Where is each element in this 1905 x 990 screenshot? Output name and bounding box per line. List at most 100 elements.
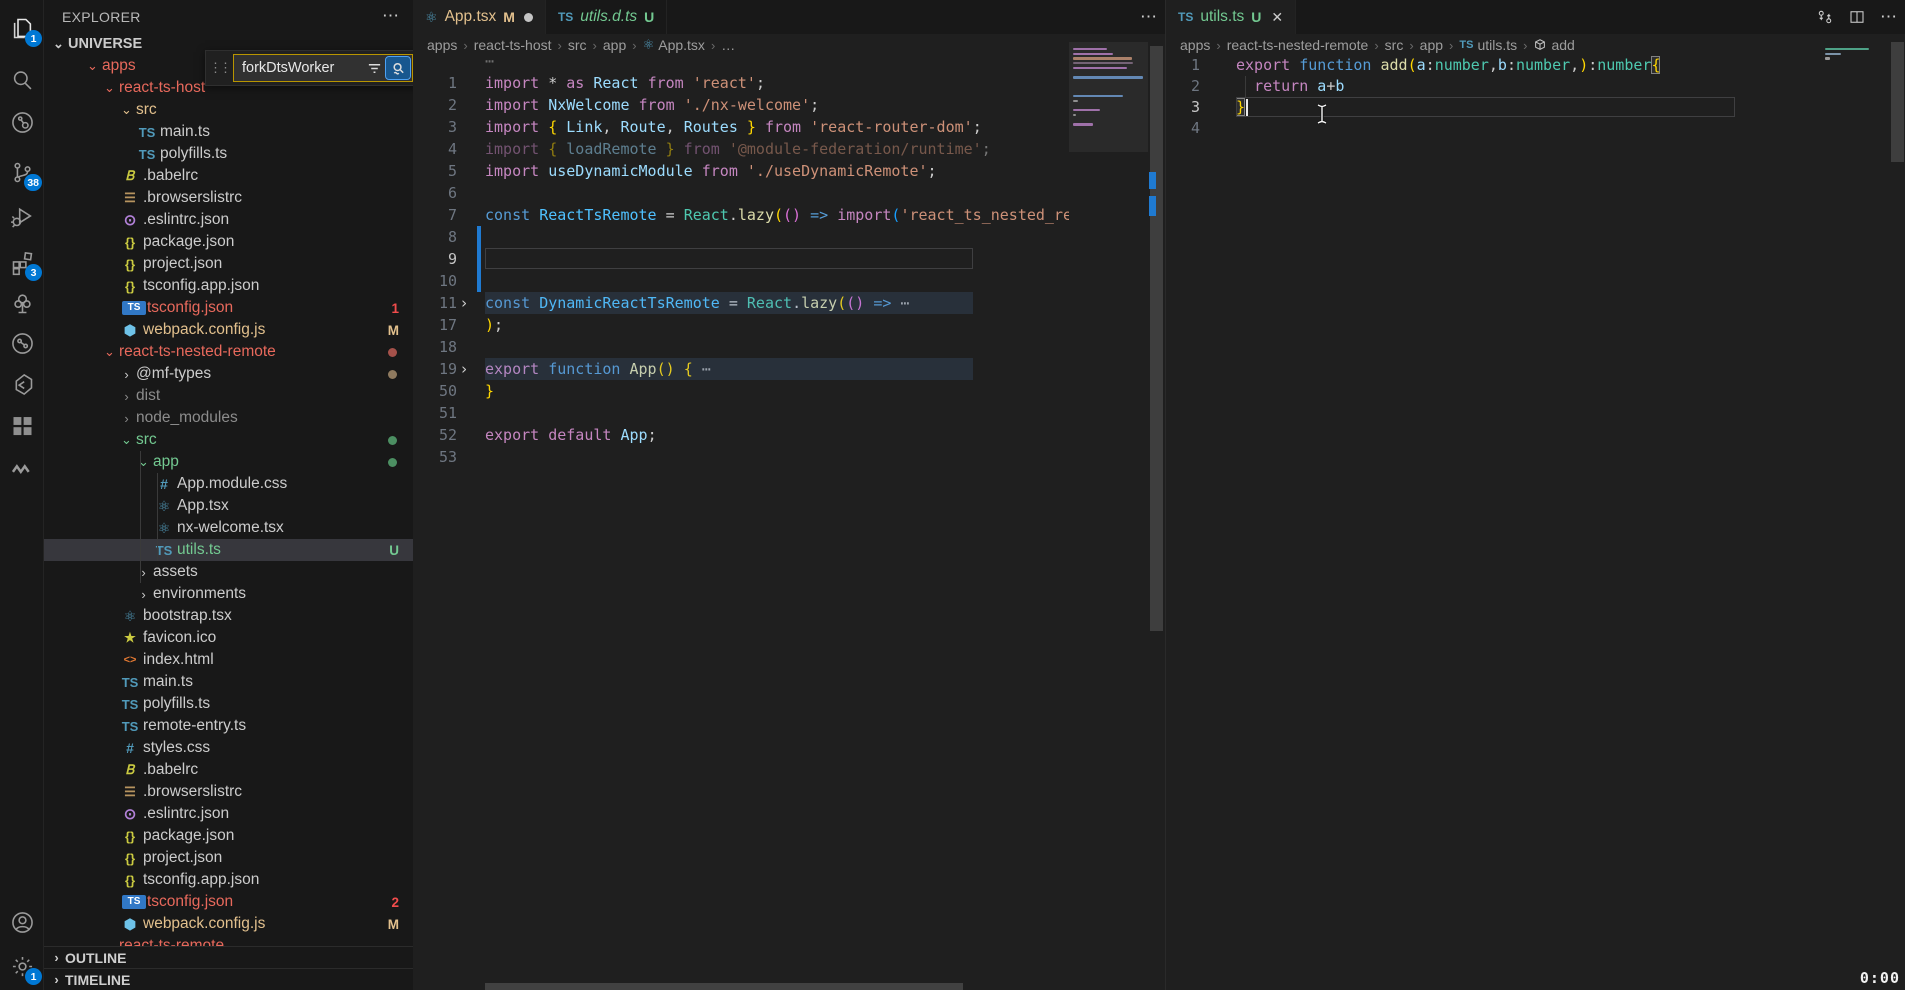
code-line-11[interactable]: 11›const DynamicReactTsRemote = React.la… [413,292,1069,314]
horizontal-scrollbar[interactable] [413,983,1069,990]
tree-file-package.json[interactable]: {}package.json [44,231,413,253]
breadcrumb-item-utils.ts[interactable]: TSutils.ts [1459,37,1517,53]
source-control-icon[interactable]: 38 [0,150,44,194]
tree-folder-node-modules[interactable]: ›node_modules [44,407,413,429]
drag-grip-icon[interactable]: ⋮⋮ [206,60,233,76]
tree-folder-@mf-types[interactable]: ›@mf-types [44,363,413,385]
tab-App.tsx[interactable]: ⚛App.tsxM [413,0,546,34]
vertical-scrollbar[interactable] [1889,34,1905,990]
code-editor[interactable]: ⋯1import * as React from 'react';2import… [413,50,1069,468]
run-debug-icon[interactable] [0,194,44,238]
code-line-4[interactable]: 4 [1166,118,1820,139]
hexagon-tool-icon[interactable] [0,362,44,406]
compare-changes-icon[interactable] [1816,8,1834,26]
tree-file-utils.ts[interactable]: TSutils.tsU [44,539,413,561]
tree-file-.browserslistrc[interactable]: ☰.browserslistrc [44,187,413,209]
tree-file-favicon.ico[interactable]: ★favicon.ico [44,627,413,649]
code-line-6[interactable]: 6 [413,182,1069,204]
tree-file-polyfills.ts[interactable]: TSpolyfills.ts [44,693,413,715]
tree-file-package.json[interactable]: {}package.json [44,825,413,847]
tree-file-.eslintrc.json[interactable]: ⊙.eslintrc.json [44,803,413,825]
fold-chevron-icon[interactable]: › [457,358,471,380]
tree-file-.browserslistrc[interactable]: ☰.browserslistrc [44,781,413,803]
minimap[interactable] [1069,34,1148,990]
code-line-51[interactable]: 51 [413,402,1069,424]
tab-utils.ts[interactable]: TSutils.tsU✕ [1166,0,1296,34]
breadcrumb-item-react-ts-nested-remote[interactable]: react-ts-nested-remote [1227,37,1369,53]
fold-chevron-icon[interactable]: › [457,292,471,314]
breadcrumb-item-src[interactable]: src [1385,37,1404,53]
tab-utils.d.ts[interactable]: TSutils.d.tsU [546,0,667,34]
panel-header-outline[interactable]: ›OUTLINE [44,946,413,968]
more-actions-icon[interactable]: ⋯ [1140,7,1157,27]
code-line-4[interactable]: 4import { loadRemote } from '@module-fed… [413,138,1069,160]
panel-header-timeline[interactable]: ›TIMELINE [44,968,413,990]
code-line-1[interactable]: 1import * as React from 'react'; [413,72,1069,94]
minimap-slider[interactable] [1069,42,1148,152]
tree-file-App.module.css[interactable]: #App.module.css [44,473,413,495]
tree-folder-dist[interactable]: ›dist [44,385,413,407]
sidebar-more-actions-icon[interactable]: ⋯ [382,6,399,26]
fuzzy-search-icon[interactable] [386,57,410,79]
code-line-50[interactable]: 50} [413,380,1069,402]
tree-file-tsconfig.app.json[interactable]: {}tsconfig.app.json [44,275,413,297]
code-line-2[interactable]: 2 return a+b [1166,76,1820,97]
tree-file-tsconfig.json[interactable]: TStsconfig.json1 [44,297,413,319]
code-editor[interactable]: 1export function add(a:number,b:number,)… [1166,55,1820,139]
code-line-19[interactable]: 19›export function App() { ⋯ [413,358,1069,380]
tree-file-tsconfig.app.json[interactable]: {}tsconfig.app.json [44,869,413,891]
todo-tree-icon[interactable] [0,281,44,325]
tree-file-project.json[interactable]: {}project.json [44,253,413,275]
tree-file-index.html[interactable]: <>index.html [44,649,413,671]
tree-file-.eslintrc.json[interactable]: ⊙.eslintrc.json [44,209,413,231]
search-icon[interactable] [0,58,44,102]
code-line-10[interactable]: 10 [413,270,1069,292]
breadcrumb-item-add[interactable]: add [1533,37,1574,53]
code-line-5[interactable]: 5import useDynamicModule from './useDyna… [413,160,1069,182]
tree-file-main.ts[interactable]: TSmain.ts [44,121,413,143]
scrollbar-thumb[interactable] [485,983,963,990]
explorer-icon[interactable]: 1 [0,6,44,50]
tree-find-input[interactable]: forkDtsWorker [233,54,413,82]
git-graph-icon[interactable] [0,100,44,144]
tree-folder-src[interactable]: ⌄src [44,429,413,451]
tree-folder-src[interactable]: ⌄src [44,99,413,121]
code-line-53[interactable]: 53 [413,446,1069,468]
tree-file-webpack.config.js[interactable]: ⬢webpack.config.jsM [44,319,413,341]
code-line-8[interactable]: 8 [413,226,1069,248]
extensions-icon[interactable]: 3 [0,240,44,284]
settings-icon[interactable]: 1 [0,944,44,988]
tree-file-polyfills.ts[interactable]: TSpolyfills.ts [44,143,413,165]
code-line-18[interactable]: 18 [413,336,1069,358]
tree-file-webpack.config.js[interactable]: ⬢webpack.config.jsM [44,913,413,935]
code-line-3[interactable]: 3import { Link, Route, Routes } from 're… [413,116,1069,138]
scrollbar-thumb[interactable] [1891,42,1904,162]
code-line-3[interactable]: 3} [1166,97,1820,118]
code-line-fold-hint[interactable]: ⋯ [413,50,1069,72]
close-icon[interactable]: ✕ [1271,9,1283,26]
split-editor-icon[interactable] [1848,8,1866,26]
code-line-52[interactable]: 52export default App; [413,424,1069,446]
code-line-9[interactable]: 9 [413,248,1069,270]
minimap[interactable] [1821,34,1889,990]
tree-folder-assets[interactable]: ›assets [44,561,413,583]
commit-graph-icon[interactable] [0,321,44,365]
code-line-1[interactable]: 1export function add(a:number,b:number,)… [1166,55,1820,76]
tree-file-project.json[interactable]: {}project.json [44,847,413,869]
scrollbar-thumb[interactable] [1150,46,1163,631]
tree-file-.babelrc[interactable]: Ᏼ.babelrc [44,165,413,187]
breadcrumb-item-app[interactable]: app [1420,37,1443,53]
tree-file-tsconfig.json[interactable]: TStsconfig.json2 [44,891,413,913]
vertical-scrollbar[interactable] [1148,34,1165,990]
accounts-icon[interactable] [0,900,44,944]
code-line-17[interactable]: 17); [413,314,1069,336]
tree-file-main.ts[interactable]: TSmain.ts [44,671,413,693]
breadcrumb-item-apps[interactable]: apps [1180,37,1210,53]
tree-folder-environments[interactable]: ›environments [44,583,413,605]
tree-file-bootstrap.tsx[interactable]: ⚛bootstrap.tsx [44,605,413,627]
code-line-2[interactable]: 2import NxWelcome from './nx-welcome'; [413,94,1069,116]
grid-tool-icon[interactable] [0,403,44,447]
code-line-7[interactable]: 7const ReactTsRemote = React.lazy(() => … [413,204,1069,226]
list-filter-icon[interactable] [362,57,386,79]
tree-file-remote-entry.ts[interactable]: TSremote-entry.ts [44,715,413,737]
